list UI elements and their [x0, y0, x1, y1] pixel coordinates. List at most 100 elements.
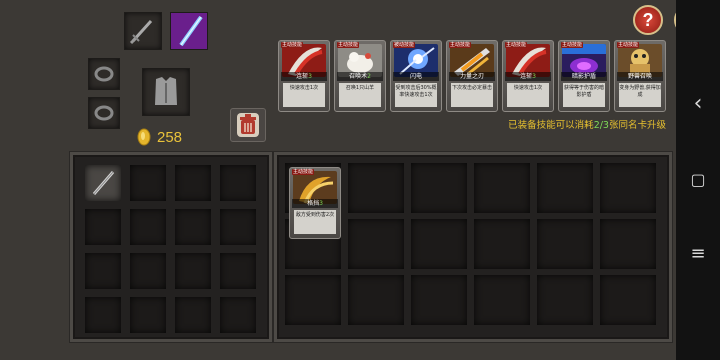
card-inventory-cell[interactable]	[537, 275, 593, 325]
card-name: 格挡3	[292, 199, 338, 208]
card-description: 敌方受到伤害2次	[294, 210, 336, 234]
equipment-inventory-cell[interactable]	[130, 165, 166, 201]
card-inventory-cell[interactable]	[474, 163, 530, 213]
card-inventory-cell[interactable]	[600, 163, 656, 213]
trash-icon	[237, 113, 259, 137]
skill-card[interactable]: 主动技能召唤术2 召唤1只山羊	[334, 40, 386, 112]
equipment-inventory-cell[interactable]	[85, 253, 121, 289]
card-description: 受到攻击后30%概率快速攻击1次	[395, 83, 437, 107]
card-type-tag: 主动技能	[337, 42, 360, 48]
gold-coin-icon	[137, 128, 151, 146]
card-name: 召唤术2	[337, 72, 383, 81]
card-name-text: 暗影护盾	[571, 73, 596, 80]
equipment-inventory-cell[interactable]	[85, 165, 121, 201]
card-inventory-cell[interactable]	[537, 219, 593, 269]
ring-icon	[94, 66, 114, 82]
help-button[interactable]: ?	[633, 5, 663, 35]
card-inventory-cell[interactable]	[348, 219, 404, 269]
skill-card[interactable]: 主动技能野兽召唤变身为野兽,获得加成	[614, 40, 666, 112]
card-name: 野兽召唤	[617, 72, 663, 81]
equipment-inventory-cell[interactable]	[175, 297, 211, 333]
card-name-text: 召唤术	[349, 73, 368, 80]
equipment-inventory-cell[interactable]	[130, 253, 166, 289]
card-type-tag: 主动技能	[617, 42, 640, 48]
accessory-slot-2[interactable]	[88, 97, 120, 129]
equipment-inventory-cell[interactable]	[175, 253, 211, 289]
equipment-inventory-cell[interactable]	[175, 209, 211, 245]
card-name-text: 连斩	[296, 73, 309, 80]
weapon-slot[interactable]	[124, 12, 162, 50]
card-inventory-cell[interactable]	[600, 275, 656, 325]
card-name: 力量之刃	[449, 72, 495, 81]
hint-suffix: 张同名卡升级	[608, 120, 666, 131]
card-level: 3	[532, 73, 536, 80]
blue-blade-icon	[171, 13, 207, 49]
card-name: 连斩3	[505, 72, 551, 81]
card-name-text: 野兽召唤	[627, 73, 652, 80]
accessory-slot-1[interactable]	[88, 58, 120, 90]
card-description: 快速攻击1次	[283, 83, 325, 107]
hint-prefix: 已装备技能可以消耗	[508, 120, 594, 131]
trash-button[interactable]	[230, 108, 266, 142]
card-inventory-cell[interactable]	[348, 163, 404, 213]
armor-slot[interactable]	[142, 68, 190, 116]
card-inventory-cell[interactable]	[411, 219, 467, 269]
dagger-icon	[92, 171, 115, 195]
card-name-text: 格挡	[307, 200, 320, 207]
equipment-inventory-cell[interactable]	[175, 165, 211, 201]
card-inventory-cell[interactable]	[348, 275, 404, 325]
card-inventory-cell[interactable]	[474, 275, 530, 325]
skill-card[interactable]: 主动技能连斩3 快速攻击1次	[278, 40, 330, 112]
card-type-tag: 主动技能	[281, 42, 304, 48]
skill-card[interactable]: 主动技能力量之刃下次攻击必定暴击	[446, 40, 498, 112]
card-inventory-cell[interactable]	[285, 275, 341, 325]
armor-icon	[155, 77, 177, 105]
back-icon[interactable]: ‹	[688, 93, 708, 115]
weapon-skin-slot[interactable]	[170, 12, 208, 50]
equipment-inventory-cell[interactable]	[220, 253, 256, 289]
card-level: 3	[308, 73, 312, 80]
menu-icon[interactable]: ≡	[688, 244, 708, 264]
card-name: 连斩3	[281, 72, 327, 81]
card-inventory-cell[interactable]	[411, 275, 467, 325]
hint-count: 2/3	[593, 120, 609, 131]
equipment-inventory-cell[interactable]	[130, 209, 166, 245]
equipment-inventory-cell[interactable]	[85, 297, 121, 333]
skill-card[interactable]: 主动技能连斩3 快速攻击1次	[502, 40, 554, 112]
card-name-text: 连斩	[520, 73, 533, 80]
upgrade-hint: 已装备技能可以消耗2/3张同名卡升级	[466, 117, 666, 131]
card-type-tag: 主动技能	[292, 169, 315, 175]
card-inventory-cell[interactable]	[474, 219, 530, 269]
equipment-inventory-cell[interactable]	[220, 297, 256, 333]
card-name: 闪电	[393, 72, 439, 81]
card-level: 3	[319, 200, 323, 207]
card-type-tag: 主动技能	[449, 42, 472, 48]
equipment-inventory-panel	[70, 152, 272, 342]
sword-icon	[129, 19, 153, 45]
equipment-inventory-cell[interactable]	[220, 209, 256, 245]
card-inventory-cell[interactable]	[537, 163, 593, 213]
home-icon[interactable]: ▢	[688, 170, 708, 190]
skill-card[interactable]: 主动技能暗影护盾获得等于伤害的暗影护盾	[558, 40, 610, 112]
card-inventory-panel: 主动技能格挡3 敌方受到伤害2次	[274, 152, 672, 342]
card-type-tag: 主动技能	[505, 42, 528, 48]
card-description: 召唤1只山羊	[339, 83, 381, 107]
currency-display: 258	[136, 127, 182, 147]
card-description: 快速攻击1次	[507, 83, 549, 107]
equipment-inventory-cell[interactable]	[220, 165, 256, 201]
card-inventory-cell[interactable]	[411, 163, 467, 213]
card-level: 2	[367, 73, 371, 80]
equipment-inventory-cell[interactable]	[130, 297, 166, 333]
card-description: 变身为野兽,获得加成	[619, 83, 661, 107]
card-description: 下次攻击必定暴击	[451, 83, 493, 107]
card-name-text: 力量之刃	[459, 73, 484, 80]
equipment-inventory-cell[interactable]	[85, 209, 121, 245]
card-type-tag: 被动技能	[393, 42, 416, 48]
card-inventory-cell[interactable]	[600, 219, 656, 269]
card-description: 获得等于伤害的暗影护盾	[563, 83, 605, 107]
skill-card[interactable]: 主动技能格挡3 敌方受到伤害2次	[289, 167, 341, 239]
ring-icon	[94, 105, 114, 121]
card-name-text: 闪电	[409, 73, 422, 80]
skill-card[interactable]: 被动技能闪电受到攻击后30%概率快速攻击1次	[390, 40, 442, 112]
card-type-tag: 主动技能	[561, 42, 584, 48]
